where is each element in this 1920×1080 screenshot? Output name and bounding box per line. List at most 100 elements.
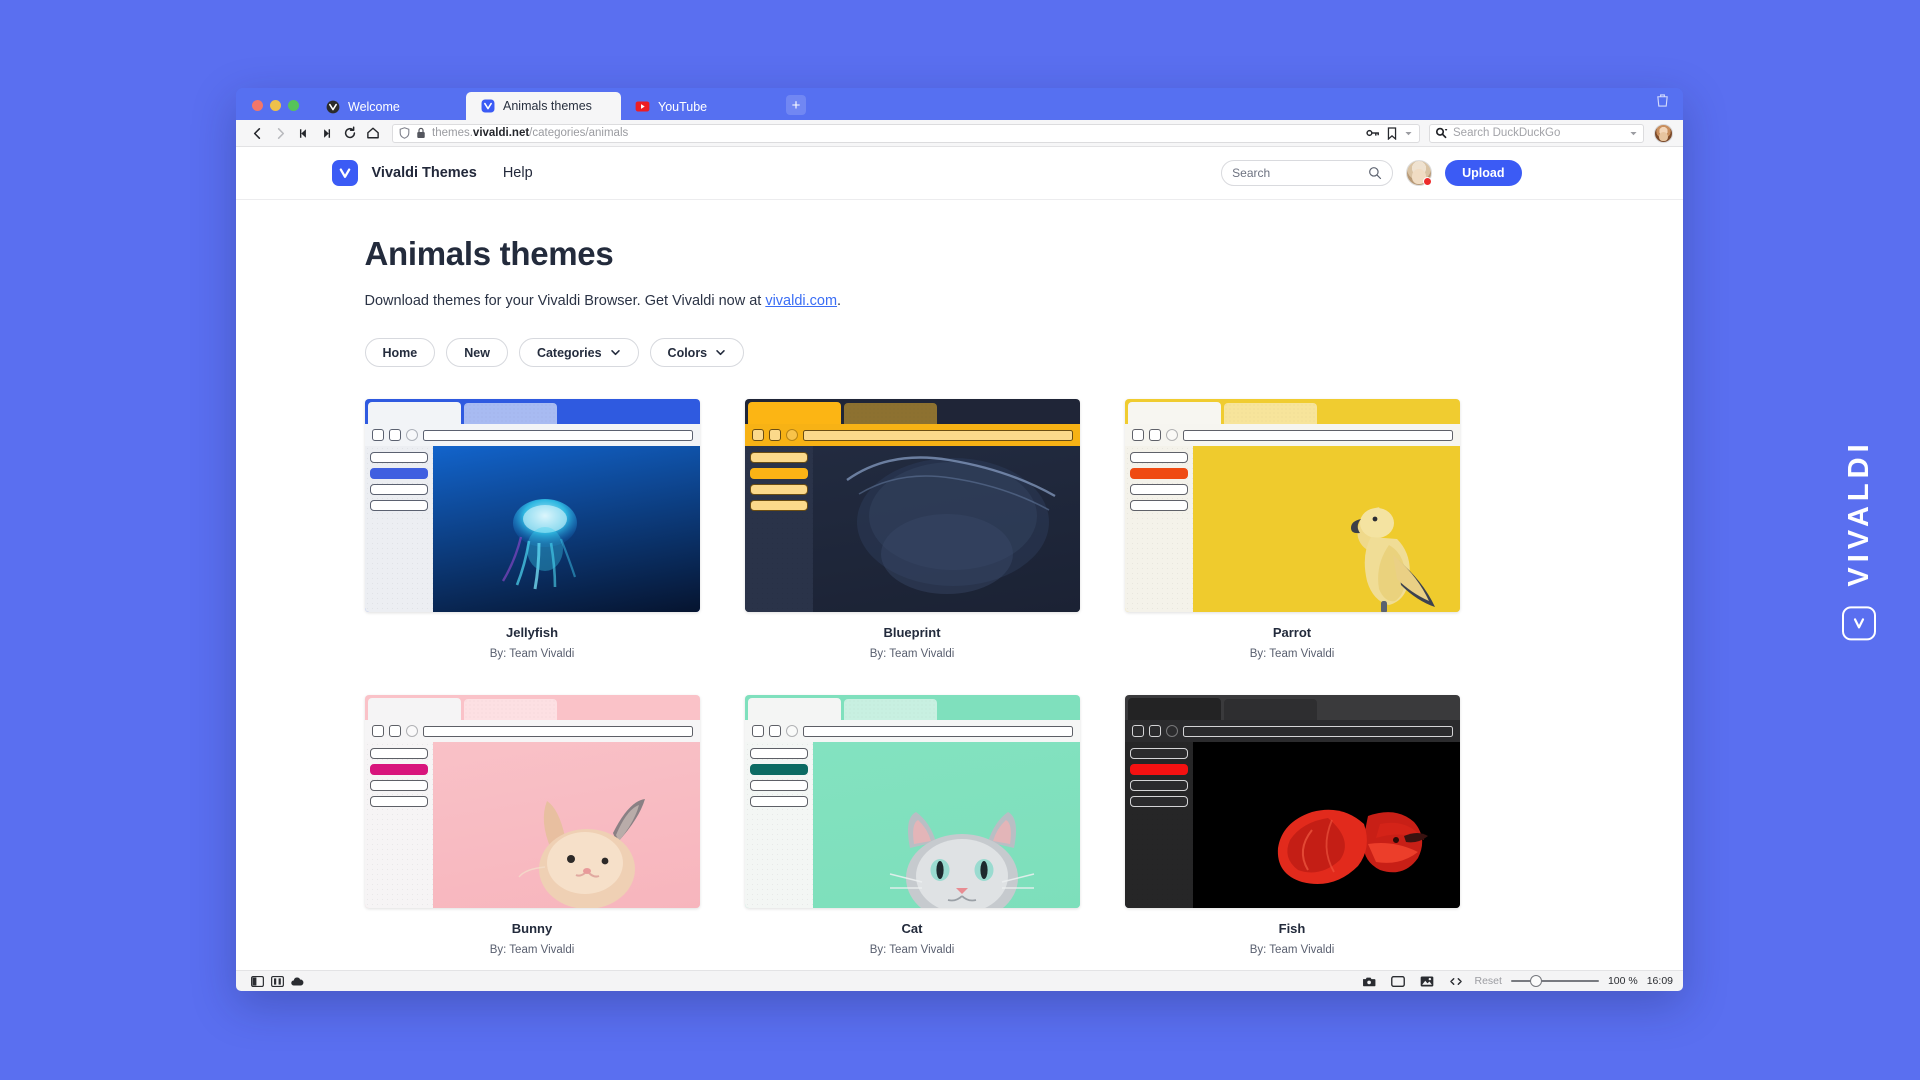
avatar[interactable]: [1406, 160, 1433, 186]
preview-tab-active: [747, 402, 841, 424]
image-toggle-icon[interactable]: [1417, 973, 1437, 989]
preview-canvas: [432, 742, 700, 908]
search-icon[interactable]: [1368, 166, 1382, 180]
traffic-lights: [236, 100, 311, 120]
tile-icon[interactable]: [267, 973, 287, 989]
upload-button[interactable]: Upload: [1445, 160, 1522, 186]
theme-card[interactable]: Fish By: Team Vivaldi: [1124, 695, 1460, 956]
preview-toolbar: [364, 424, 700, 446]
bookmark-icon[interactable]: [1387, 126, 1397, 140]
preview-panel-item-active: [749, 468, 808, 479]
minimize-window-button[interactable]: [270, 100, 281, 111]
vivaldi-com-link[interactable]: vivaldi.com: [765, 293, 837, 309]
youtube-icon: [635, 99, 650, 114]
help-link[interactable]: Help: [503, 165, 533, 181]
capture-icon[interactable]: [1359, 973, 1379, 989]
content-scroll-area[interactable]: Animals themes Download themes for your …: [236, 200, 1683, 970]
tab-welcome[interactable]: Welcome: [311, 93, 466, 120]
chevron-down-icon[interactable]: [1629, 129, 1638, 138]
address-bar[interactable]: themes.vivaldi.net/categories/animals: [392, 123, 1420, 143]
theme-card[interactable]: Jellyfish By: Team Vivaldi: [364, 399, 700, 660]
key-icon[interactable]: [1366, 128, 1380, 138]
vivaldi-logo-icon[interactable]: [331, 160, 358, 186]
reload-icon[interactable]: [339, 123, 360, 143]
code-icon[interactable]: [1446, 973, 1466, 989]
theme-name: Cat: [901, 921, 923, 936]
shield-icon[interactable]: [399, 127, 410, 139]
panel-toggle-icon[interactable]: [247, 973, 267, 989]
preview-tab-inactive: [463, 699, 557, 720]
preview-tab-inactive: [843, 699, 937, 720]
theme-card[interactable]: Blueprint By: Team Vivaldi: [744, 399, 1080, 660]
preview-button: [1131, 429, 1144, 441]
theme-preview[interactable]: [744, 695, 1080, 908]
subtitle-text: Download themes for your Vivaldi Browser…: [364, 293, 766, 309]
theme-card[interactable]: Bunny By: Team Vivaldi: [364, 695, 700, 956]
preview-button: [405, 429, 418, 441]
trash-icon[interactable]: [1656, 93, 1669, 112]
maximize-window-button[interactable]: [288, 100, 299, 111]
theme-preview[interactable]: [364, 695, 700, 908]
window-icon[interactable]: [1388, 973, 1408, 989]
theme-author: By: Team Vivaldi: [1249, 648, 1335, 660]
filter-pill-categories[interactable]: Categories: [518, 338, 639, 367]
theme-card[interactable]: Cat By: Team Vivaldi: [744, 695, 1080, 956]
page-title: Animals themes: [364, 235, 614, 272]
theme-preview[interactable]: [1124, 695, 1460, 908]
preview-toolbar: [1124, 720, 1460, 742]
preview-button: [388, 725, 401, 737]
theme-preview[interactable]: [1124, 399, 1460, 612]
brand-name[interactable]: Vivaldi Themes: [372, 165, 477, 181]
profile-avatar[interactable]: [1654, 123, 1673, 143]
filter-row: Home New Categories Colors: [364, 338, 1555, 367]
bunny-artwork: [518, 799, 646, 908]
zoom-slider[interactable]: [1510, 975, 1599, 988]
search-engine-icon[interactable]: [1435, 127, 1448, 139]
search-field[interactable]: Search DuckDuckGo: [1429, 123, 1644, 143]
preview-button: [751, 725, 764, 737]
back-icon[interactable]: [247, 123, 268, 143]
preview-panel-item: [369, 796, 428, 807]
preview-button: [371, 429, 384, 441]
fish-artwork: [1277, 809, 1429, 885]
filter-pill-colors[interactable]: Colors: [649, 338, 745, 367]
theme-card[interactable]: Parrot By: Team Vivaldi: [1124, 399, 1460, 660]
preview-tab-active: [747, 698, 841, 720]
preview-body: [364, 742, 700, 908]
preview-tab-inactive: [463, 403, 557, 424]
preview-tab-bar: [1125, 695, 1460, 720]
preview-button: [768, 725, 781, 737]
preview-panel-item-active: [1129, 468, 1188, 479]
preview-toolbar: [1124, 424, 1460, 446]
vivaldi-watermark: VIVALDI: [1842, 439, 1876, 641]
zoom-reset-button[interactable]: Reset: [1475, 975, 1502, 987]
tab-title: Animals themes: [503, 99, 592, 113]
close-window-button[interactable]: [252, 100, 263, 111]
cloud-sync-icon[interactable]: [287, 973, 307, 989]
vivaldi-blue-icon: [480, 99, 495, 114]
filter-pill-home[interactable]: Home: [364, 338, 436, 367]
page-subtitle: Download themes for your Vivaldi Browser…: [365, 293, 1555, 309]
tab-animals-themes[interactable]: Animals themes: [466, 92, 621, 120]
lock-icon: [416, 127, 426, 139]
parrot-artwork: [1351, 507, 1436, 612]
notification-badge: [1423, 177, 1433, 186]
theme-name: Bunny: [511, 921, 553, 936]
forward-icon[interactable]: [270, 123, 291, 143]
theme-author: By: Team Vivaldi: [869, 648, 955, 660]
chevron-down-icon[interactable]: [1404, 129, 1413, 138]
new-tab-button[interactable]: +: [786, 95, 806, 115]
url-text: themes.vivaldi.net/categories/animals: [432, 127, 629, 139]
theme-preview[interactable]: [364, 399, 700, 612]
rewind-icon[interactable]: [293, 123, 314, 143]
theme-preview[interactable]: [744, 399, 1080, 612]
zoom-level-value: 100 %: [1607, 975, 1638, 987]
tab-youtube[interactable]: YouTube: [621, 93, 776, 120]
search-input[interactable]: Search: [1221, 160, 1394, 186]
fastforward-icon[interactable]: [316, 123, 337, 143]
home-icon[interactable]: [362, 123, 383, 143]
preview-tab-active: [367, 698, 461, 720]
filter-pill-new[interactable]: New: [446, 338, 508, 367]
zoom-slider-thumb[interactable]: [1530, 975, 1543, 987]
preview-panel-item: [749, 484, 808, 495]
